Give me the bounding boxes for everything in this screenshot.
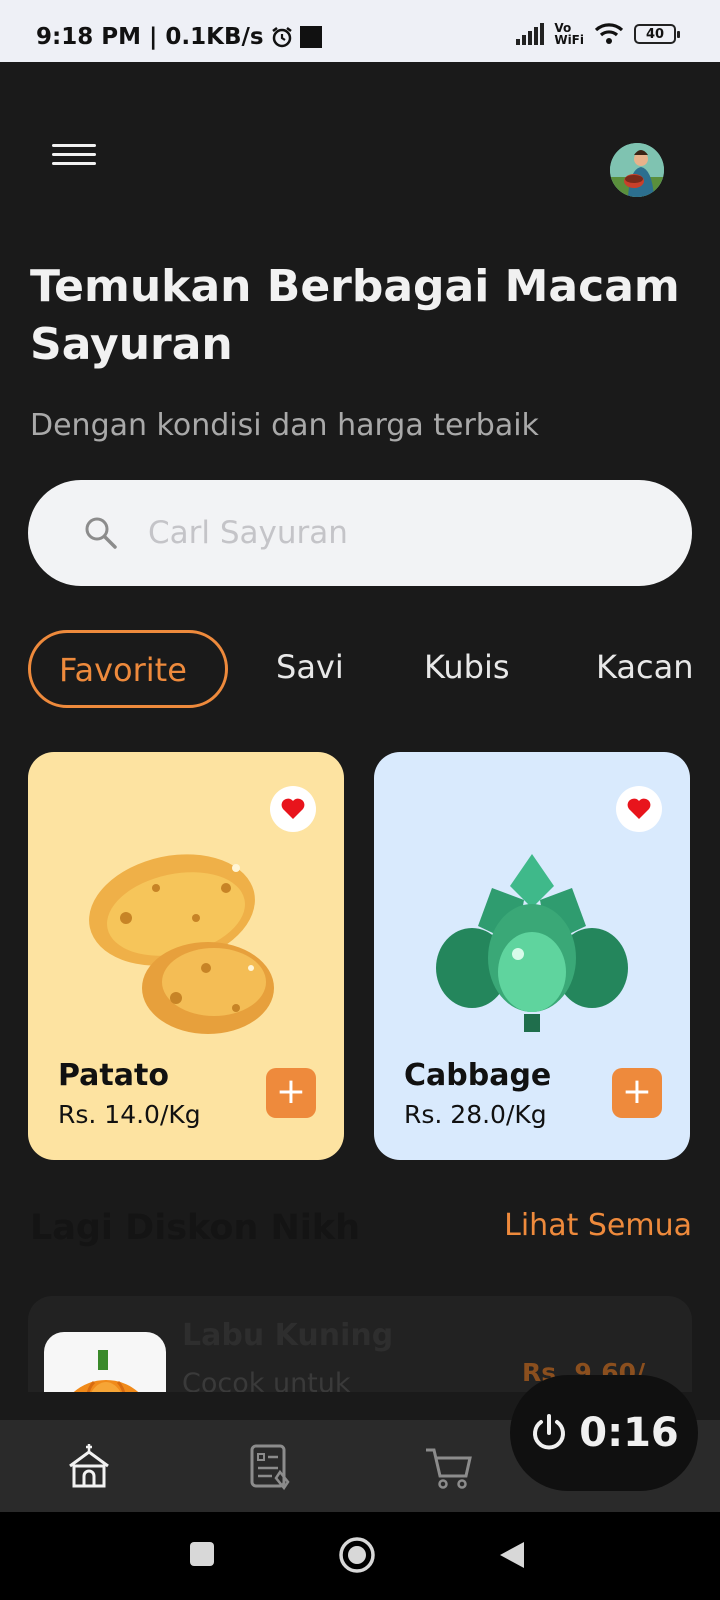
product-price: Rs. 28.0/Kg (404, 1100, 547, 1129)
see-all-link[interactable]: Lihat Semua (504, 1208, 692, 1243)
back-icon[interactable] (498, 1540, 526, 1570)
alarm-icon (271, 27, 292, 48)
product-card-potato[interactable]: Patato Rs. 14.0/Kg + (28, 752, 344, 1160)
category-tabs: Favorite Savi Kubis Kacang (28, 630, 692, 710)
product-card-cabbage[interactable]: Cabbage Rs. 28.0/Kg + (374, 752, 690, 1160)
battery-icon: 40 (634, 24, 680, 44)
cabbage-image (436, 854, 628, 1032)
cart-icon[interactable] (424, 1442, 474, 1492)
menu-icon[interactable] (52, 144, 96, 168)
timer-value: 0:16 (579, 1410, 679, 1456)
status-left: 9:18 PM | 0.1KB/s (36, 24, 322, 50)
tab-kubis[interactable]: Kubis (424, 630, 510, 708)
orders-icon[interactable] (246, 1442, 296, 1492)
tab-favorite[interactable]: Favorite (28, 630, 228, 708)
home-icon[interactable] (64, 1442, 114, 1492)
app-screen: 9:18 PM | 0.1KB/s Vo WiFi 40 Temukan Ber… (0, 0, 720, 1600)
status-time: 9:18 PM | 0.1KB/s (36, 24, 264, 50)
potato-image (89, 854, 274, 1034)
recents-icon[interactable] (188, 1540, 216, 1568)
product-name: Cabbage (404, 1058, 552, 1093)
wifi-icon (594, 23, 624, 44)
page-subtitle: Dengan kondisi dan harga terbaik (30, 408, 539, 443)
product-price: Rs. 14.0/Kg (58, 1100, 201, 1129)
add-to-cart-button[interactable]: + (612, 1068, 662, 1118)
section-title: Lagi Diskon Nikh (30, 1208, 361, 1248)
tab-kacang[interactable]: Kacang (596, 630, 692, 708)
vowifi-label: Vo WiFi (554, 21, 584, 47)
recording-timer[interactable]: 0:16 (510, 1375, 698, 1491)
list-item-name: Labu Kuning (182, 1318, 394, 1353)
product-name: Patato (58, 1058, 169, 1093)
search-input[interactable] (148, 500, 648, 566)
add-to-cart-button[interactable]: + (266, 1068, 316, 1118)
recording-icon (299, 26, 322, 48)
home-nav-icon[interactable] (338, 1536, 376, 1574)
signal-icon (516, 23, 545, 45)
avatar[interactable] (610, 143, 664, 197)
favorite-button[interactable] (616, 786, 662, 832)
search-bar[interactable] (28, 480, 692, 586)
status-right: Vo WiFi 40 (516, 21, 680, 47)
heart-icon (281, 798, 305, 819)
tab-savi[interactable]: Savi (276, 630, 344, 708)
system-nav-bar (0, 1512, 720, 1600)
favorite-button[interactable] (270, 786, 316, 832)
search-icon (85, 517, 117, 549)
status-bar: 9:18 PM | 0.1KB/s Vo WiFi 40 (0, 0, 720, 62)
heart-icon (627, 798, 651, 819)
page-title: Temukan Berbagai Macam Sayuran (30, 261, 680, 370)
power-icon (533, 1414, 566, 1450)
